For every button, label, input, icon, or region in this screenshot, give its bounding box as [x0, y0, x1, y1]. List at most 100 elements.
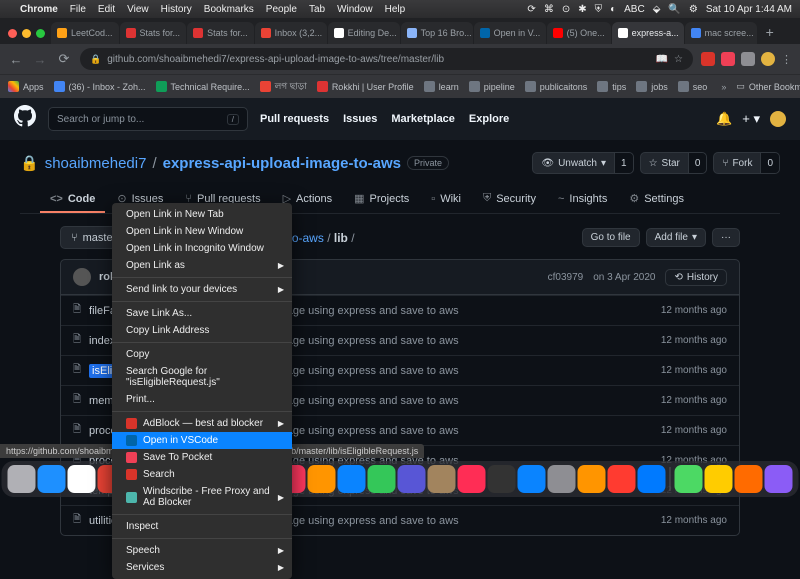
- dock-app-icon[interactable]: [518, 465, 546, 493]
- chrome-menu-icon[interactable]: ⋮: [781, 53, 792, 66]
- close-window[interactable]: [8, 29, 17, 38]
- profile-avatar[interactable]: [761, 52, 775, 66]
- bookmark-item[interactable]: jobs: [636, 79, 668, 94]
- browser-tab[interactable]: Stats for...: [187, 22, 254, 44]
- github-search[interactable]: Search or jump to... /: [48, 107, 248, 131]
- ctx-open-link-in-new-tab[interactable]: Open Link in New Tab: [112, 206, 292, 223]
- ctx-search-google-for-iseligiblere[interactable]: Search Google for "isEligibleRequest.js": [112, 363, 292, 391]
- ctx-windscribe-free-proxy-and-ad-b[interactable]: Windscribe - Free Proxy and Ad Blocker▶: [112, 483, 292, 511]
- menu-file[interactable]: File: [70, 4, 86, 15]
- ctx-adblock-best-ad-blocker[interactable]: AdBlock — best ad blocker▶: [112, 415, 292, 432]
- status-icon[interactable]: ⊙: [562, 4, 570, 15]
- url-field[interactable]: 🔒 github.com/shoaibmehedi7/express-api-u…: [80, 48, 693, 70]
- commit-message[interactable]: upload image using express and save to a…: [239, 395, 661, 407]
- gh-nav-marketplace[interactable]: Marketplace: [391, 113, 455, 125]
- browser-tab[interactable]: Open in V...: [474, 22, 546, 44]
- browser-tab[interactable]: Top 16 Bro...: [401, 22, 473, 44]
- user-avatar[interactable]: [770, 111, 786, 127]
- bookmarks-overflow[interactable]: »: [721, 82, 726, 92]
- ctx-copy[interactable]: Copy: [112, 346, 292, 363]
- gh-nav-issues[interactable]: Issues: [343, 113, 377, 125]
- commit-avatar[interactable]: [73, 268, 91, 286]
- status-icon[interactable]: ◐: [610, 4, 616, 15]
- dock-app-icon[interactable]: [608, 465, 636, 493]
- ctx-open-link-in-new-window[interactable]: Open Link in New Window: [112, 223, 292, 240]
- bookmark-item[interactable]: Technical Require...: [156, 79, 250, 94]
- tab-wiki[interactable]: ▫Wiki: [421, 186, 471, 213]
- app-name[interactable]: Chrome: [20, 4, 58, 15]
- notifications-icon[interactable]: 🔔: [716, 111, 732, 127]
- ext-adblock-icon[interactable]: [701, 52, 715, 66]
- status-icon[interactable]: ⛨: [595, 4, 603, 15]
- menu-tab[interactable]: Tab: [309, 4, 325, 15]
- commit-hash[interactable]: cf03979: [548, 272, 584, 283]
- gh-nav-explore[interactable]: Explore: [469, 113, 509, 125]
- browser-tab[interactable]: Stats for...: [120, 22, 187, 44]
- reload-button[interactable]: ⟳: [56, 51, 72, 67]
- tab-insights[interactable]: ~Insights: [548, 186, 617, 213]
- ctx-save-to-pocket[interactable]: Save To Pocket: [112, 449, 292, 466]
- dock-app-icon[interactable]: [368, 465, 396, 493]
- add-file-button[interactable]: Add file ▾: [646, 228, 706, 247]
- ctx-open-in-vscode[interactable]: Open in VSCode: [112, 432, 292, 449]
- dock-app-icon[interactable]: [8, 465, 36, 493]
- menu-edit[interactable]: Edit: [98, 4, 115, 15]
- status-icon[interactable]: ⌘: [544, 4, 554, 15]
- fork-button[interactable]: ⑂ Fork0: [713, 152, 780, 174]
- dock-app-icon[interactable]: [578, 465, 606, 493]
- menu-history[interactable]: History: [161, 4, 192, 15]
- star-icon[interactable]: ☆: [674, 54, 683, 65]
- more-button[interactable]: ···: [712, 228, 740, 247]
- github-logo-icon[interactable]: [14, 105, 36, 133]
- bookmark-item[interactable]: (36) - Inbox - Zoh...: [54, 79, 146, 94]
- bookmark-item[interactable]: learn: [424, 79, 459, 94]
- menu-help[interactable]: Help: [385, 4, 406, 15]
- dock-app-icon[interactable]: [638, 465, 666, 493]
- menu-view[interactable]: View: [127, 4, 149, 15]
- browser-tab[interactable]: (5) One...: [547, 22, 611, 44]
- dock-app-icon[interactable]: [458, 465, 486, 493]
- history-button[interactable]: ⟲ History: [665, 269, 727, 286]
- ctx-open-link-in-incognito-window[interactable]: Open Link in Incognito Window: [112, 240, 292, 257]
- browser-tab[interactable]: Editing De...: [328, 22, 400, 44]
- commit-message[interactable]: upload image using express and save to a…: [239, 515, 661, 527]
- ctx-send-link-to-your-devices[interactable]: Send link to your devices▶: [112, 281, 292, 298]
- maximize-window[interactable]: [36, 29, 45, 38]
- bookmark-item[interactable]: seo: [678, 79, 708, 94]
- minimize-window[interactable]: [22, 29, 31, 38]
- dock-app-icon[interactable]: [675, 465, 703, 493]
- commit-message[interactable]: upload image using express and save to a…: [239, 305, 661, 317]
- tab-settings[interactable]: ⚙Settings: [619, 186, 694, 213]
- gh-nav-pull-requests[interactable]: Pull requests: [260, 113, 329, 125]
- ctx-print-[interactable]: Print...: [112, 391, 292, 408]
- status-icon[interactable]: ⟳: [527, 4, 535, 15]
- browser-tab[interactable]: express-a...: [612, 22, 684, 44]
- menu-window[interactable]: Window: [337, 4, 373, 15]
- ctx-speech[interactable]: Speech▶: [112, 542, 292, 559]
- dock-app-icon[interactable]: [735, 465, 763, 493]
- dock-app-icon[interactable]: [308, 465, 336, 493]
- ext-pocket-icon[interactable]: [721, 52, 735, 66]
- browser-tab[interactable]: Inbox (3,2...: [255, 22, 327, 44]
- tab-code[interactable]: <>Code: [40, 186, 105, 213]
- back-button[interactable]: ←: [8, 52, 24, 67]
- dock-app-icon[interactable]: [38, 465, 66, 493]
- browser-tab[interactable]: mac scree...: [685, 22, 757, 44]
- menu-people[interactable]: People: [266, 4, 297, 15]
- dock-app-icon[interactable]: [488, 465, 516, 493]
- commit-message[interactable]: upload image using express and save to a…: [239, 365, 661, 377]
- ctx-open-link-as[interactable]: Open Link as▶: [112, 257, 292, 274]
- forward-button[interactable]: →: [32, 52, 48, 67]
- browser-tab[interactable]: LeetCod...: [51, 22, 119, 44]
- apps-shortcut[interactable]: Apps: [8, 81, 44, 92]
- dock-app-icon[interactable]: [548, 465, 576, 493]
- new-tab-button[interactable]: +: [758, 24, 782, 44]
- other-bookmarks[interactable]: ▭ Other Bookmarks: [736, 81, 800, 92]
- ctx-copy-link-address[interactable]: Copy Link Address: [112, 322, 292, 339]
- extensions-menu-icon[interactable]: [741, 52, 755, 66]
- clock[interactable]: Sat 10 Apr 1:44 AM: [706, 4, 792, 15]
- dock-app-icon[interactable]: [765, 465, 793, 493]
- dock-app-icon[interactable]: [398, 465, 426, 493]
- ctx-search[interactable]: Search: [112, 466, 292, 483]
- bookmark-item[interactable]: লগ ছাড়া: [260, 79, 307, 94]
